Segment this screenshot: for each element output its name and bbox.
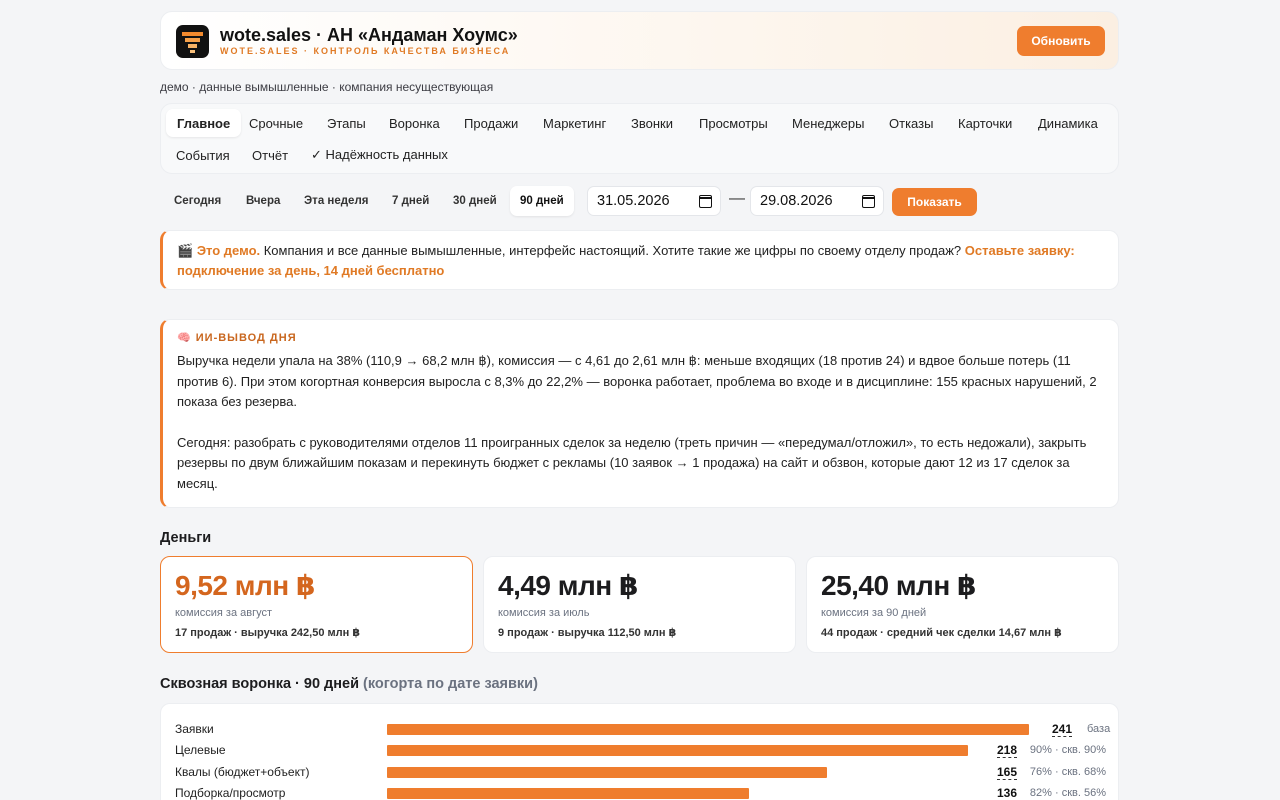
tab-sales[interactable]: Продажи (453, 109, 529, 137)
ai-insight-title: 🧠 ИИ-ВЫВОД ДНЯ (177, 331, 1104, 344)
ai-insight-panel: 🧠 ИИ-ВЫВОД ДНЯ Выручка недели упала на 3… (160, 319, 1119, 508)
funnel-bar (387, 767, 827, 778)
funnel-bar (387, 788, 749, 799)
demo-note: демо · данные вымышленные · компания нес… (160, 80, 494, 94)
ai-insight-paragraph: Сегодня: разобрать с руководителями отде… (177, 434, 1087, 491)
demo-notice-accent: Это демо. (196, 243, 261, 258)
funnel-heading-text: Сквозная воронка · 90 дней (160, 676, 359, 692)
funnel-row-value[interactable]: 165 (997, 765, 1018, 780)
tab-rejections[interactable]: Отказы (878, 109, 944, 137)
funnel-row-percent: 90% · скв. 90% (1029, 744, 1106, 756)
money-card-label: комиссия за июль (498, 607, 590, 619)
demo-notice-text: Компания и все данные вымышленные, интер… (260, 243, 965, 258)
tab-funnel[interactable]: Воронка (378, 109, 451, 137)
app: wote.sales · АН «Андаман Хоумс» WOTE.SAL… (0, 0, 1280, 800)
period-7-days-button[interactable]: 7 дней (382, 186, 439, 216)
funnel-heading-note: (когорта по дате заявки) (363, 676, 538, 692)
tab-stages[interactable]: Этапы (316, 109, 377, 137)
funnel-row-value[interactable]: 241 (1052, 722, 1073, 737)
period-30-days-button[interactable]: 30 дней (443, 186, 507, 216)
date-range-dash: — (729, 190, 745, 207)
money-card-detail: 9 продаж · выручка 112,50 млн ฿ (498, 627, 677, 639)
funnel-row-value[interactable]: 136 (997, 786, 1017, 800)
tab-events[interactable]: События (165, 141, 241, 169)
calendar-icon[interactable] (698, 195, 712, 208)
date-to-input[interactable]: 29.08.2026 (750, 186, 884, 216)
ai-insight-paragraph: Выручка недели упала на 38% (110,9 → 68,… (177, 353, 1097, 410)
money-heading: Деньги (160, 530, 212, 546)
funnel-row: Заявки 241 база (161, 719, 1120, 739)
tab-dynamics[interactable]: Динамика (1027, 109, 1109, 137)
tab-cards[interactable]: Карточки (947, 109, 1023, 137)
funnel-panel: Заявки 241 база Целевые 218 90% · скв. 9… (160, 703, 1119, 800)
period-yesterday-button[interactable]: Вчера (236, 186, 290, 216)
money-card-value: 25,40 млн ฿ (821, 570, 977, 601)
funnel-bar (387, 745, 968, 756)
money-card-august[interactable]: 9,52 млн ฿ комиссия за август 17 продаж … (160, 556, 473, 653)
funnel-row-percent: 76% · скв. 68% (1029, 766, 1106, 778)
money-card-july[interactable]: 4,49 млн ฿ комиссия за июль 9 продаж · в… (483, 556, 796, 653)
money-card-label: комиссия за 90 дней (821, 607, 927, 619)
brain-icon: 🧠 (177, 332, 192, 344)
refresh-button[interactable]: Обновить (1017, 26, 1105, 56)
funnel-heading: Сквозная воронка · 90 дней (когорта по д… (160, 676, 538, 692)
nav-tabs: Главное Срочные Этапы Воронка Продажи Ма… (160, 103, 1119, 174)
money-card-label: комиссия за август (175, 607, 273, 619)
money-card-detail: 17 продаж · выручка 242,50 млн ฿ (175, 627, 360, 639)
tab-urgent[interactable]: Срочные (238, 109, 314, 137)
money-card-90-days[interactable]: 25,40 млн ฿ комиссия за 90 дней 44 прода… (806, 556, 1119, 653)
logo-icon (176, 25, 209, 58)
app-subtitle: WOTE.SALES · КОНТРОЛЬ КАЧЕСТВА БИЗНЕСА (220, 46, 511, 56)
date-to-value: 29.08.2026 (760, 193, 833, 209)
funnel-row-value[interactable]: 218 (997, 743, 1018, 758)
funnel-row: Квалы (бюджет+объект) 165 76% · скв. 68% (161, 762, 1120, 782)
funnel-bar (387, 724, 1029, 735)
period-this-week-button[interactable]: Эта неделя (294, 186, 378, 216)
period-today-button[interactable]: Сегодня (164, 186, 231, 216)
app-title: wote.sales · АН «Андаман Хоумс» (220, 25, 518, 45)
period-90-days-button[interactable]: 90 дней (510, 186, 574, 216)
date-from-input[interactable]: 31.05.2026 (587, 186, 721, 216)
date-from-value: 31.05.2026 (597, 193, 670, 209)
calendar-icon[interactable] (861, 195, 875, 208)
tab-main[interactable]: Главное (166, 109, 242, 137)
tab-managers[interactable]: Менеджеры (781, 109, 875, 137)
funnel-row-label: Целевые (175, 743, 226, 757)
funnel-row-label: Подборка/просмотр (175, 786, 286, 800)
funnel-row-percent: 82% · скв. 56% (1029, 787, 1106, 799)
tab-calls[interactable]: Звонки (620, 109, 684, 137)
money-card-value: 9,52 млн ฿ (175, 570, 315, 601)
funnel-row: Целевые 218 90% · скв. 90% (161, 740, 1120, 760)
show-button[interactable]: Показать (892, 188, 977, 216)
money-card-detail: 44 продаж · средний чек сделки 14,67 млн… (821, 627, 1062, 639)
funnel-row-label: Квалы (бюджет+объект) (175, 765, 310, 779)
tab-marketing[interactable]: Маркетинг (532, 109, 617, 137)
tab-data-reliability[interactable]: ✓ Надёжность данных (300, 141, 459, 169)
tab-report[interactable]: Отчёт (241, 141, 299, 169)
funnel-row-base: база (1087, 723, 1111, 735)
money-card-value: 4,49 млн ฿ (498, 570, 638, 601)
ai-insight-title-text: ИИ-ВЫВОД ДНЯ (195, 332, 297, 344)
funnel-row: Подборка/просмотр 136 82% · скв. 56% (161, 783, 1120, 800)
clapperboard-icon: 🎬 (177, 243, 194, 258)
tab-viewings[interactable]: Просмотры (688, 109, 779, 137)
header: wote.sales · АН «Андаман Хоумс» WOTE.SAL… (160, 11, 1119, 70)
demo-notice: 🎬 Это демо. Компания и все данные вымышл… (160, 230, 1119, 290)
funnel-row-label: Заявки (175, 722, 214, 736)
